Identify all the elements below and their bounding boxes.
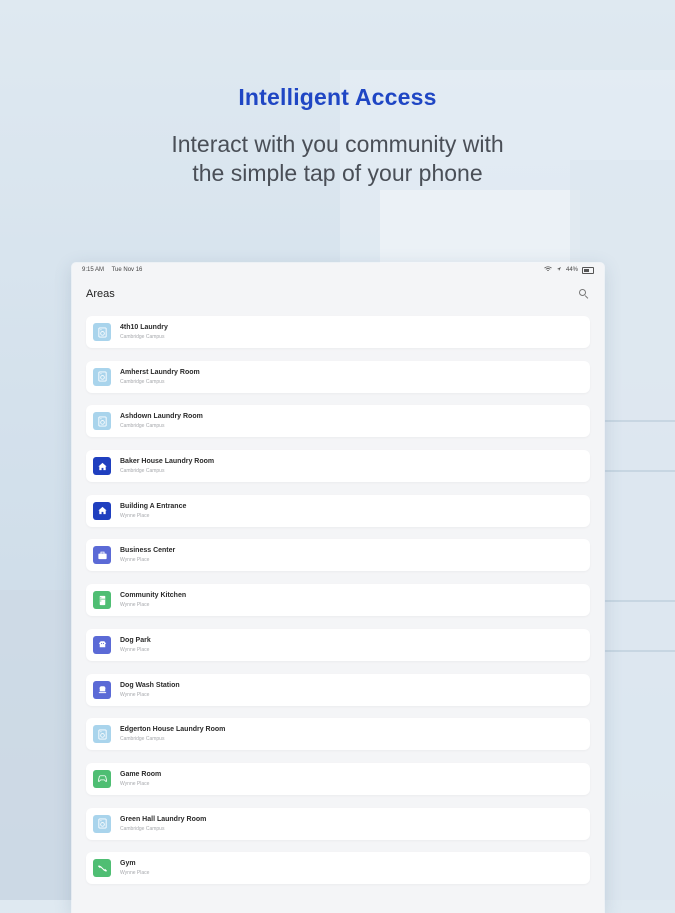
hero-title: Intelligent Access xyxy=(238,84,437,110)
list-item-text: Baker House Laundry Room Cambridge Campus xyxy=(120,457,214,475)
tablet-screen: 9:15 AM Tue Nov 16 44% Areas 4th10 Laund… xyxy=(72,263,604,913)
area-location: Cambridge Campus xyxy=(120,423,165,430)
list-item[interactable]: Community Kitchen Wynne Place xyxy=(86,584,590,617)
page-title: Areas xyxy=(86,288,115,300)
list-item-text: Amherst Laundry Room Cambridge Campus xyxy=(120,368,200,386)
area-location: Wynne Place xyxy=(120,780,150,787)
list-item-text: Dog Park Wynne Place xyxy=(120,636,151,654)
search-icon[interactable] xyxy=(578,288,590,300)
list-item[interactable]: Game Room Wynne Place xyxy=(86,762,590,795)
background-building-left xyxy=(0,590,75,900)
area-location: Cambridge Campus xyxy=(120,378,165,385)
list-item[interactable]: Ashdown Laundry Room Cambridge Campus xyxy=(86,405,590,438)
list-item[interactable]: Dog Park Wynne Place xyxy=(86,628,590,661)
area-name: Game Room xyxy=(120,770,162,778)
area-name: Edgerton House Laundry Room xyxy=(120,726,226,734)
status-left: 9:15 AM Tue Nov 16 xyxy=(82,267,148,273)
list-item[interactable]: Building A Entrance Wynne Place xyxy=(86,494,590,527)
hero-subtitle-line-1: Interact with you community with xyxy=(171,131,504,157)
list-item[interactable]: Edgerton House Laundry Room Cambridge Cam… xyxy=(86,718,590,751)
list-item-text: Building A Entrance Wynne Place xyxy=(120,502,186,520)
list-item-text: Green Hall Laundry Room Cambridge Campus xyxy=(120,815,206,833)
area-location: Cambridge Campus xyxy=(120,468,165,475)
list-item[interactable]: 4th10 Laundry Cambridge Campus xyxy=(86,316,590,348)
home-icon xyxy=(93,457,111,476)
areas-list: 4th10 Laundry Cambridge Campus Amherst Lau… xyxy=(86,316,590,897)
game-controller-icon xyxy=(93,769,111,788)
list-item-text: Business Center Wynne Place xyxy=(120,546,175,564)
area-name: Gym xyxy=(120,860,136,868)
area-name: 4th10 Laundry xyxy=(120,324,168,331)
kitchen-icon xyxy=(93,591,111,610)
list-item[interactable]: Green Hall Laundry Room Cambridge Campus xyxy=(86,807,590,840)
area-name: Dog Park xyxy=(120,636,151,644)
battery-level: 44% xyxy=(565,267,578,273)
area-name: Building A Entrance xyxy=(120,502,187,510)
briefcase-icon xyxy=(93,546,111,565)
area-location: Wynne Place xyxy=(120,646,150,653)
list-item[interactable]: Business Center Wynne Place xyxy=(86,539,590,572)
background-railing xyxy=(605,470,675,472)
dumbbell-icon xyxy=(93,859,111,878)
status-bar: 9:15 AM Tue Nov 16 44% xyxy=(72,263,604,277)
list-item[interactable]: Baker House Laundry Room Cambridge Campus xyxy=(86,450,590,483)
home-icon xyxy=(93,501,111,520)
status-date: Tue Nov 16 xyxy=(111,267,143,273)
status-right: 44% xyxy=(544,266,594,274)
washing-machine-icon xyxy=(93,367,111,386)
list-item-text: Dog Wash Station Wynne Place xyxy=(120,681,180,699)
washing-machine-icon xyxy=(93,814,111,833)
area-location: Cambridge Campus xyxy=(120,736,165,743)
area-location: Cambridge Campus xyxy=(120,334,165,340)
list-item-text: Game Room Wynne Place xyxy=(120,770,161,788)
dog-wash-icon xyxy=(93,680,111,699)
area-location: Cambridge Campus xyxy=(120,825,165,832)
list-item-text: Community Kitchen Wynne Place xyxy=(120,591,186,609)
app-header: Areas xyxy=(72,279,604,309)
area-name: Community Kitchen xyxy=(120,592,187,600)
background-railing xyxy=(605,650,675,652)
area-name: Dog Wash Station xyxy=(120,681,180,689)
location-icon xyxy=(556,266,562,274)
status-time: 9:15 AM xyxy=(82,267,105,273)
area-name: Baker House Laundry Room xyxy=(120,458,215,466)
area-name: Ashdown Laundry Room xyxy=(120,413,203,421)
area-name: Business Center xyxy=(120,547,176,555)
list-item-text: Edgerton House Laundry Room Cambridge Cam… xyxy=(120,725,225,743)
area-name: Amherst Laundry Room xyxy=(120,368,200,376)
battery-icon xyxy=(582,266,594,274)
washing-machine-icon xyxy=(93,323,111,341)
list-item-text: Gym Wynne Place xyxy=(120,859,149,877)
washing-machine-icon xyxy=(93,412,111,431)
list-item-text: Ashdown Laundry Room Cambridge Campus xyxy=(120,412,203,430)
list-item[interactable]: Gym Wynne Place xyxy=(86,852,590,885)
dog-icon xyxy=(93,635,111,654)
area-location: Wynne Place xyxy=(120,512,150,519)
area-location: Wynne Place xyxy=(120,557,150,564)
list-item[interactable]: Dog Wash Station Wynne Place xyxy=(86,673,590,706)
washing-machine-icon xyxy=(93,725,111,744)
hero-subtitle: Interact with you community with the sim… xyxy=(0,130,675,188)
list-item[interactable]: Amherst Laundry Room Cambridge Campus xyxy=(86,360,590,393)
area-location: Wynne Place xyxy=(120,602,150,609)
area-name: Green Hall Laundry Room xyxy=(120,815,207,823)
background-railing xyxy=(605,600,675,602)
area-location: Wynne Place xyxy=(120,691,150,698)
wifi-icon xyxy=(544,266,552,274)
hero-subtitle-line-2: the simple tap of your phone xyxy=(192,160,483,186)
list-item-text: 4th10 Laundry Cambridge Campus xyxy=(120,323,168,341)
area-location: Wynne Place xyxy=(120,870,150,877)
background-railing xyxy=(605,420,675,422)
